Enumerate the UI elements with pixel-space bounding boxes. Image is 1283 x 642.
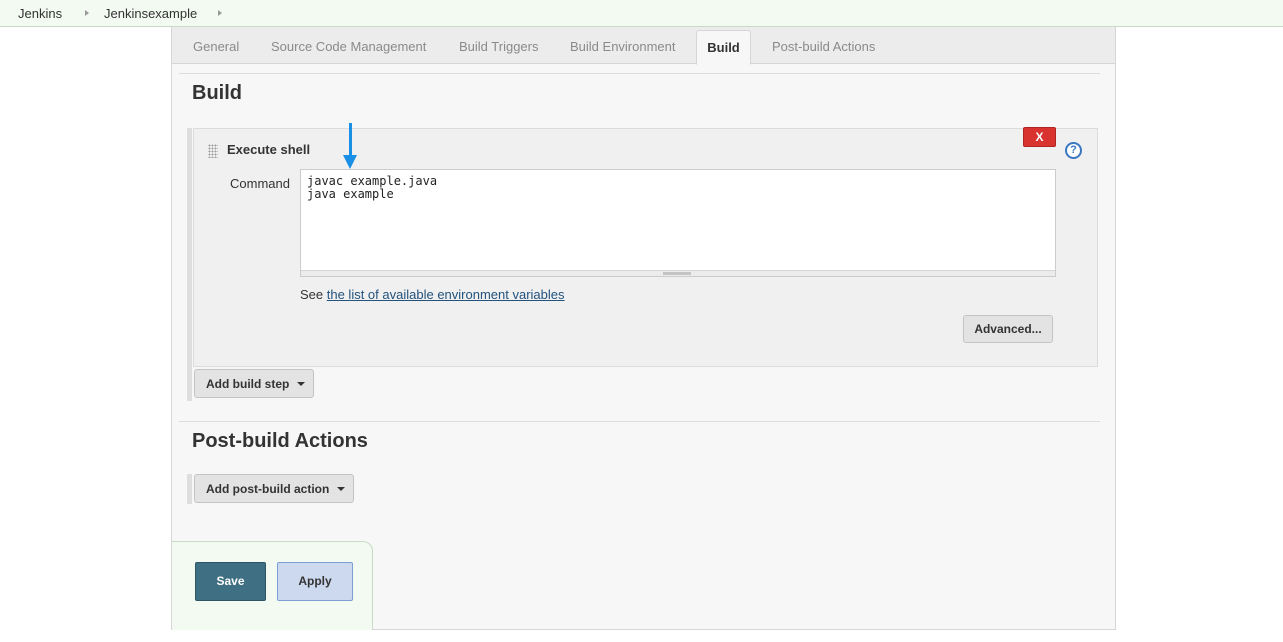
tab-general[interactable]: General (193, 39, 239, 54)
add-build-step-button[interactable]: Add build step (194, 369, 314, 398)
add-post-build-action-button[interactable]: Add post-build action (194, 474, 354, 503)
command-textarea[interactable]: javac example.java java example (300, 169, 1056, 277)
command-label: Command (230, 176, 290, 191)
config-panel: General Source Code Management Build Tri… (171, 27, 1116, 630)
tab-build[interactable]: Build (696, 30, 751, 65)
delete-step-button[interactable]: X (1023, 127, 1056, 147)
tab-build-environment[interactable]: Build Environment (570, 39, 676, 54)
build-section-title: Build (192, 82, 242, 104)
chevron-down-icon (337, 487, 345, 491)
breadcrumb-item-jenkins[interactable]: Jenkins (18, 6, 62, 21)
command-text[interactable]: javac example.java java example (307, 175, 437, 201)
save-button[interactable]: Save (195, 562, 266, 601)
section-divider (179, 73, 1100, 74)
build-step-left-bar (187, 128, 192, 401)
post-build-section-title: Post-build Actions (192, 430, 368, 452)
breadcrumb-item-job[interactable]: Jenkinsexample (104, 6, 197, 21)
section-divider (179, 421, 1100, 422)
step-title: Execute shell (227, 142, 311, 157)
resize-grip-icon[interactable] (663, 272, 691, 275)
add-post-build-action-label: Add post-build action (206, 482, 330, 496)
annotation-arrow-icon (349, 123, 352, 157)
help-icon[interactable]: ? (1065, 142, 1082, 159)
env-prefix: See (300, 287, 327, 302)
advanced-button[interactable]: Advanced... (963, 315, 1053, 343)
breadcrumb: Jenkins Jenkinsexample (0, 0, 1283, 27)
post-build-left-bar (187, 474, 192, 504)
chevron-down-icon (297, 382, 305, 386)
tab-post-build-actions[interactable]: Post-build Actions (772, 39, 875, 54)
drag-handle-icon[interactable] (208, 144, 218, 158)
bottom-button-bar: Save Apply (172, 541, 373, 630)
breadcrumb-separator-icon[interactable] (218, 10, 222, 16)
tab-build-triggers[interactable]: Build Triggers (459, 39, 538, 54)
env-variables-hint: See the list of available environment va… (300, 287, 565, 302)
env-variables-link[interactable]: the list of available environment variab… (327, 287, 565, 302)
annotation-arrow-head-icon (343, 155, 357, 169)
execute-shell-step: Execute shell X ? Command javac example.… (193, 127, 1098, 367)
apply-button[interactable]: Apply (277, 562, 353, 601)
breadcrumb-separator-icon[interactable] (85, 10, 89, 16)
add-build-step-label: Add build step (206, 377, 290, 391)
textarea-resize-handle[interactable] (301, 270, 1055, 276)
tab-source-code-management[interactable]: Source Code Management (271, 39, 426, 54)
config-tabbar: General Source Code Management Build Tri… (172, 27, 1115, 65)
